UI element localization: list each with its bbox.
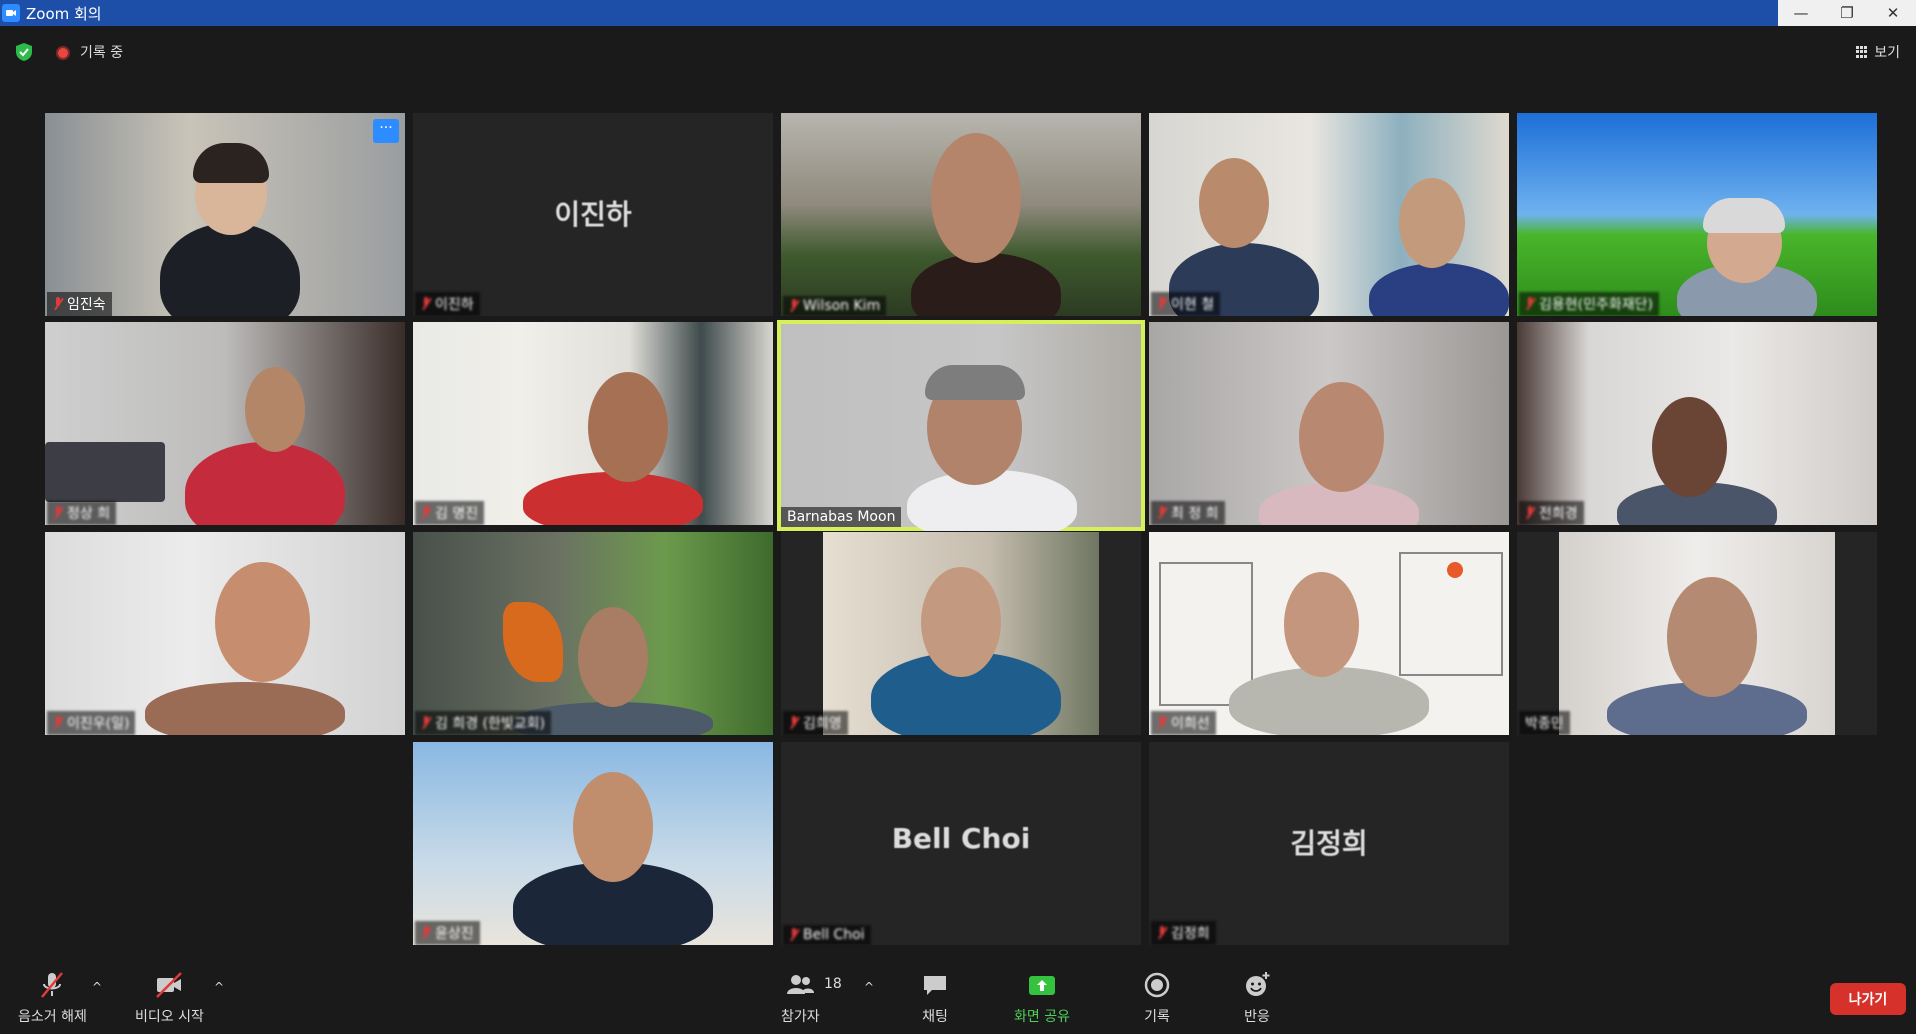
participant-name: Bell Choi bbox=[783, 925, 871, 945]
record-button[interactable]: 기록 bbox=[1142, 970, 1172, 1026]
participant-name: Wilson Kim bbox=[783, 296, 887, 316]
muted-mic-icon bbox=[1157, 716, 1167, 730]
grid-view-icon bbox=[1856, 46, 1868, 58]
participant-name: 김 명진 bbox=[415, 501, 485, 525]
participant-display-name: 김정희 bbox=[1290, 827, 1368, 860]
muted-mic-icon bbox=[421, 297, 431, 311]
participant-name: 정상 희 bbox=[47, 501, 117, 525]
close-icon[interactable]: ✕ bbox=[1870, 0, 1916, 26]
active-speaker-tile[interactable]: Barnabas Moon bbox=[777, 320, 1145, 531]
muted-mic-icon bbox=[53, 297, 63, 311]
participant-name: 이희선 bbox=[1151, 711, 1216, 735]
share-screen-icon bbox=[1028, 976, 1055, 995]
muted-mic-icon bbox=[53, 716, 63, 730]
security-shield-icon[interactable] bbox=[14, 42, 34, 62]
participant-name: 김희영 bbox=[783, 711, 848, 735]
participant-name: 최 정 희 bbox=[1151, 501, 1225, 525]
participants-button[interactable]: 참가자 bbox=[781, 970, 820, 1026]
muted-mic-icon bbox=[421, 506, 431, 520]
window-title: Zoom 회의 bbox=[26, 4, 102, 23]
chat-icon bbox=[924, 976, 946, 995]
participant-name: 윤상진 bbox=[415, 921, 480, 945]
muted-mic-icon bbox=[1157, 506, 1167, 520]
video-tile[interactable]: 김 희경 (한빛교회) bbox=[413, 532, 773, 735]
leave-meeting-button[interactable]: 나가기 bbox=[1830, 983, 1906, 1015]
muted-mic-icon bbox=[1157, 297, 1167, 311]
video-tile[interactable]: 최 정 희 bbox=[1149, 322, 1509, 525]
video-tile[interactable]: 김희영 bbox=[781, 532, 1141, 735]
reactions-button[interactable]: 반응 bbox=[1242, 970, 1272, 1026]
participants-options-caret[interactable]: ^ bbox=[864, 980, 874, 994]
video-tile[interactable]: 김용현(민주화재단) bbox=[1517, 113, 1877, 316]
participants-icon bbox=[787, 975, 815, 994]
window-controls: — ❐ ✕ bbox=[1778, 0, 1916, 26]
video-tile[interactable]: 이현 철 bbox=[1149, 113, 1509, 316]
video-tile[interactable]: Wilson Kim bbox=[781, 113, 1141, 316]
minimize-icon[interactable]: — bbox=[1778, 0, 1824, 26]
record-icon bbox=[1144, 972, 1170, 998]
video-tile[interactable]: 이희선 bbox=[1149, 532, 1509, 735]
start-video-button[interactable]: 비디오 시작 bbox=[135, 970, 204, 1026]
video-tile[interactable]: 이진우(일) bbox=[45, 532, 405, 735]
video-options-caret[interactable]: ^ bbox=[214, 980, 224, 994]
muted-mic-icon bbox=[421, 716, 431, 730]
video-tile[interactable]: 정상 희 bbox=[45, 322, 405, 525]
participant-name: 김용현(민주화재단) bbox=[1519, 292, 1659, 316]
video-tile[interactable]: ··· 임진숙 bbox=[45, 113, 405, 316]
more-options-button[interactable]: ··· bbox=[373, 119, 399, 143]
video-tile[interactable]: 박종민 bbox=[1517, 532, 1877, 735]
muted-mic-icon bbox=[1525, 506, 1535, 520]
meeting-topbar: 기록 중 보기 bbox=[0, 26, 1916, 78]
video-off-icon bbox=[156, 972, 183, 998]
participant-name: 이진하 bbox=[415, 292, 480, 316]
unmute-button[interactable]: 음소거 해제 bbox=[18, 970, 87, 1026]
participant-video bbox=[160, 223, 300, 316]
zoom-app-icon bbox=[2, 4, 20, 22]
video-tile[interactable]: 전희경 bbox=[1517, 322, 1877, 525]
participant-name: 김 희경 (한빛교회) bbox=[415, 711, 551, 735]
participant-name: 이진우(일) bbox=[47, 711, 136, 735]
participant-display-name: Bell Choi bbox=[891, 822, 1031, 855]
video-tile[interactable]: 윤상진 bbox=[413, 742, 773, 945]
participant-name: Barnabas Moon bbox=[781, 507, 902, 527]
muted-mic-icon bbox=[789, 928, 799, 942]
view-button[interactable]: 보기 bbox=[1856, 42, 1900, 62]
recording-label: 기록 중 bbox=[80, 45, 124, 61]
view-label: 보기 bbox=[1874, 45, 1900, 61]
chat-button[interactable]: 채팅 bbox=[920, 970, 950, 1026]
muted-mic-icon bbox=[421, 926, 431, 940]
video-tile[interactable]: Bell Choi Bell Choi bbox=[781, 742, 1141, 945]
meeting-toolbar: 음소거 해제 ^ 비디오 시작 ^ 참가자 18 ^ 채팅 화면 공유 기록 반… bbox=[0, 960, 1916, 1034]
muted-microphone-icon bbox=[41, 972, 64, 998]
participant-name: 김정희 bbox=[1151, 921, 1216, 945]
share-screen-button[interactable]: 화면 공유 bbox=[1014, 970, 1070, 1026]
participant-name: 이현 철 bbox=[1151, 292, 1221, 316]
muted-mic-icon bbox=[53, 506, 63, 520]
muted-mic-icon bbox=[789, 299, 799, 313]
video-tile[interactable]: 김정희 김정희 bbox=[1149, 742, 1509, 945]
participant-name: 임진숙 bbox=[47, 292, 112, 316]
reactions-smiley-icon bbox=[1246, 972, 1270, 996]
window-titlebar: Zoom 회의 — ❐ ✕ bbox=[0, 0, 1916, 26]
restore-icon[interactable]: ❐ bbox=[1824, 0, 1870, 26]
participant-name: 전희경 bbox=[1519, 501, 1584, 525]
participant-name: 박종민 bbox=[1519, 711, 1570, 735]
video-tile[interactable]: 김 명진 bbox=[413, 322, 773, 525]
muted-mic-icon bbox=[1525, 297, 1535, 311]
muted-mic-icon bbox=[789, 716, 799, 730]
muted-mic-icon bbox=[1157, 926, 1167, 940]
participant-display-name: 이진하 bbox=[554, 198, 632, 231]
recording-dot-icon bbox=[56, 46, 70, 60]
video-tile[interactable]: 이진하 이진하 bbox=[413, 113, 773, 316]
audio-options-caret[interactable]: ^ bbox=[92, 980, 102, 994]
participants-count: 18 bbox=[824, 976, 842, 992]
